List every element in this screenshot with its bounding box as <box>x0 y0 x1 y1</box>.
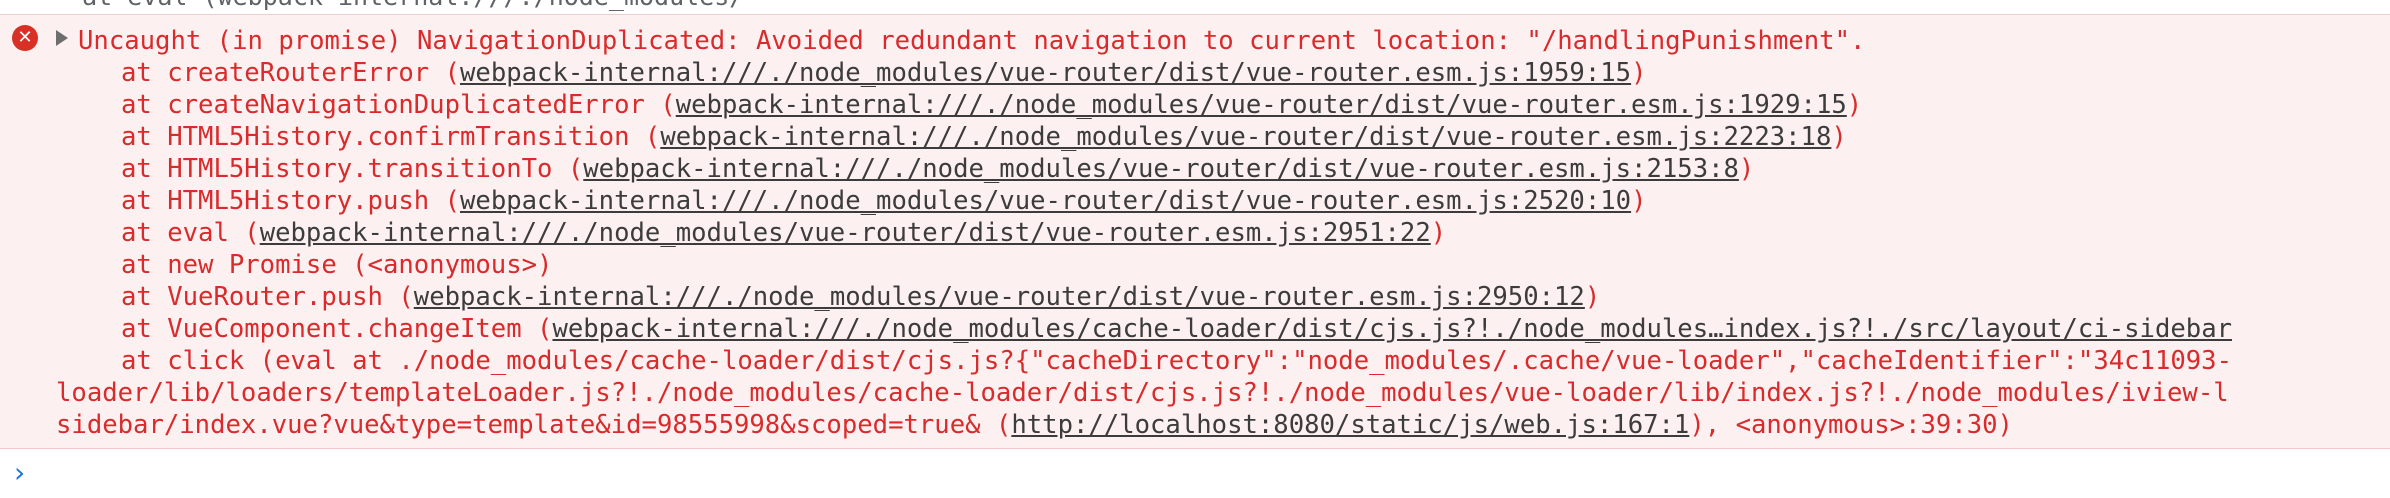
stack-frame-suffix: ) <box>1584 282 1601 312</box>
error-message-text: Uncaught (in promise) NavigationDuplicat… <box>78 26 1866 56</box>
stack-frame: at createRouterError (webpack-internal:/… <box>78 57 2232 89</box>
stack-frame-link[interactable]: webpack-internal:///./node_modules/cache… <box>552 314 2232 344</box>
stack-frame-prefix: at createNavigationDuplicatedError ( <box>121 90 676 120</box>
stack-frame-prefix: at HTML5History.push ( <box>121 186 460 216</box>
error-icon: ✕ <box>12 25 38 51</box>
console-input[interactable] <box>50 457 2354 491</box>
stack-frame-prefix: at VueComponent.changeItem ( <box>121 314 553 344</box>
stack-frame-link[interactable]: webpack-internal:///./node_modules/vue-r… <box>676 90 1847 120</box>
stack-frame-suffix: ) <box>1430 218 1447 248</box>
stack-frame-suffix: ) <box>1631 58 1647 88</box>
stack-frame-link[interactable]: webpack-internal:///./node_modules/vue-r… <box>460 186 1631 216</box>
stack-frame-link[interactable]: webpack-internal:///./node_modules/vue-r… <box>583 154 1739 184</box>
stack-frame-link[interactable]: webpack-internal:///./node_modules/vue-r… <box>414 282 1585 312</box>
stack-frame-prefix: at new Promise (<anonymous>) <box>121 250 553 280</box>
stack-frame: at VueRouter.push (webpack-internal:///.… <box>78 281 2232 313</box>
stack-frame-continuation: sidebar/index.vue?vue&type=template&id=9… <box>56 409 2013 441</box>
stack-frame: at HTML5History.push (webpack-internal:/… <box>78 185 2232 217</box>
stack-frame-prefix: loader/lib/loaders/templateLoader.js?!./… <box>56 378 2229 408</box>
stack-frame-prefix: sidebar/index.vue?vue&type=template&id=9… <box>56 410 1012 440</box>
stack-frame-suffix: ) <box>1846 90 1863 120</box>
stack-frame: at eval (webpack-internal:///./node_modu… <box>78 217 2232 249</box>
console-error-message: ✕ Uncaught (in promise) NavigationDuplic… <box>0 15 2390 449</box>
stack-trace: at createRouterError (webpack-internal:/… <box>78 57 2232 377</box>
stack-frame-suffix: ), <anonymous>:39:30) <box>1689 410 2013 440</box>
stack-frame-prefix: at HTML5History.transitionTo ( <box>121 154 584 184</box>
expand-triangle-icon[interactable] <box>56 30 68 46</box>
stack-frame: at new Promise (<anonymous>) <box>78 249 2232 281</box>
stack-frame-prefix: at VueRouter.push ( <box>121 282 414 312</box>
stack-frame: at HTML5History.transitionTo (webpack-in… <box>78 153 2232 185</box>
stack-frame-continuation: loader/lib/loaders/templateLoader.js?!./… <box>56 377 2229 409</box>
stack-frame-link[interactable]: webpack-internal:///./node_modules/vue-r… <box>460 58 1631 88</box>
stack-frame: at HTML5History.confirmTransition (webpa… <box>78 121 2232 153</box>
stack-frame-prefix: at click (eval at ./node_modules/cache-l… <box>121 346 2232 376</box>
stack-frame: at createNavigationDuplicatedError (webp… <box>78 89 2232 121</box>
stack-frame-suffix: ) <box>1738 154 1755 184</box>
stack-frame-link[interactable]: webpack-internal:///./node_modules/vue-r… <box>260 218 1431 248</box>
stack-frame-suffix: ) <box>1631 186 1647 216</box>
stack-frame-prefix: at createRouterError ( <box>121 58 460 88</box>
chevron-right-icon: › <box>14 456 26 489</box>
stack-frame-prefix: at HTML5History.confirmTransition ( <box>121 122 661 152</box>
previous-log-fragment: at eval (webpack-internal:///./node_modu… <box>52 0 744 11</box>
stack-frame: at click (eval at ./node_modules/cache-l… <box>78 345 2232 377</box>
stack-frame-suffix: ) <box>1831 122 1847 152</box>
console-prompt[interactable]: › <box>0 449 2390 498</box>
stack-frame-link[interactable]: http://localhost:8080/static/js/web.js:1… <box>1011 410 1689 440</box>
stack-frame-link[interactable]: webpack-internal:///./node_modules/vue-r… <box>660 122 1831 152</box>
stack-frame: at VueComponent.changeItem (webpack-inte… <box>78 313 2232 345</box>
stack-frame-prefix: at eval ( <box>121 218 260 248</box>
previous-log-entry: at eval (webpack-internal:///./node_modu… <box>0 0 2390 15</box>
